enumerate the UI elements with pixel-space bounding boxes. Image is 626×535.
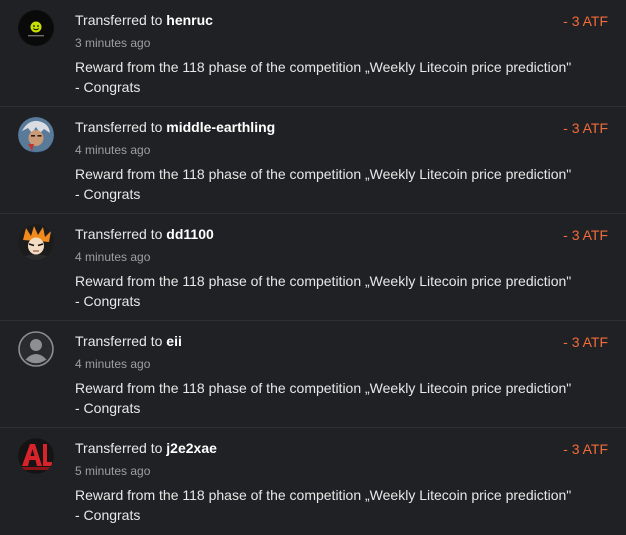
character-avatar[interactable] — [18, 117, 54, 153]
transfer-message: Reward from the 118 phase of the competi… — [75, 273, 572, 309]
transfer-amount: - 3 ATF — [563, 334, 608, 350]
transfer-title: Transferred to j2e2xae — [75, 440, 217, 456]
recipient-link[interactable]: middle-earthling — [166, 119, 275, 135]
timestamp: 3 minutes ago — [75, 36, 151, 50]
transfer-amount: - 3 ATF — [563, 227, 608, 243]
timestamp: 4 minutes ago — [75, 357, 151, 371]
transfer-message: Reward from the 118 phase of the competi… — [75, 166, 572, 202]
transfer-amount: - 3 ATF — [563, 13, 608, 29]
transaction-row: Transferred to dd1100 4 minutes ago Rewa… — [0, 214, 626, 321]
transfer-title: Transferred to dd1100 — [75, 226, 214, 242]
transfer-title: Transferred to middle-earthling — [75, 119, 275, 135]
timestamp: 5 minutes ago — [75, 464, 151, 478]
transfer-prefix: Transferred to — [75, 12, 163, 28]
transfer-prefix: Transferred to — [75, 333, 163, 349]
transaction-row: Transferred to middle-earthling 4 minute… — [0, 107, 626, 214]
recipient-link[interactable]: eii — [166, 333, 182, 349]
anime-character-avatar[interactable] — [18, 224, 54, 260]
timestamp: 4 minutes ago — [75, 250, 151, 264]
recipient-link[interactable]: henruc — [166, 12, 213, 28]
red-letter-avatar[interactable] — [18, 438, 54, 474]
recipient-link[interactable]: dd1100 — [166, 226, 213, 242]
transaction-feed: Transferred to henruc 3 minutes ago Rewa… — [0, 0, 626, 528]
transfer-title: Transferred to eii — [75, 333, 182, 349]
default-user-avatar[interactable] — [18, 331, 54, 367]
transfer-message: Reward from the 118 phase of the competi… — [75, 487, 572, 523]
recipient-link[interactable]: j2e2xae — [166, 440, 217, 456]
transfer-message: Reward from the 118 phase of the competi… — [75, 380, 572, 416]
transaction-row: Transferred to henruc 3 minutes ago Rewa… — [0, 0, 626, 107]
transaction-row: Transferred to eii 4 minutes ago Reward … — [0, 321, 626, 428]
transfer-prefix: Transferred to — [75, 440, 163, 456]
transaction-row: Transferred to j2e2xae 5 minutes ago Rew… — [0, 428, 626, 535]
timestamp: 4 minutes ago — [75, 143, 151, 157]
transfer-prefix: Transferred to — [75, 226, 163, 242]
transfer-message: Reward from the 118 phase of the competi… — [75, 59, 572, 95]
transfer-title: Transferred to henruc — [75, 12, 213, 28]
transfer-amount: - 3 ATF — [563, 120, 608, 136]
green-smiley-avatar[interactable] — [18, 10, 54, 46]
transfer-prefix: Transferred to — [75, 119, 163, 135]
transfer-amount: - 3 ATF — [563, 441, 608, 457]
